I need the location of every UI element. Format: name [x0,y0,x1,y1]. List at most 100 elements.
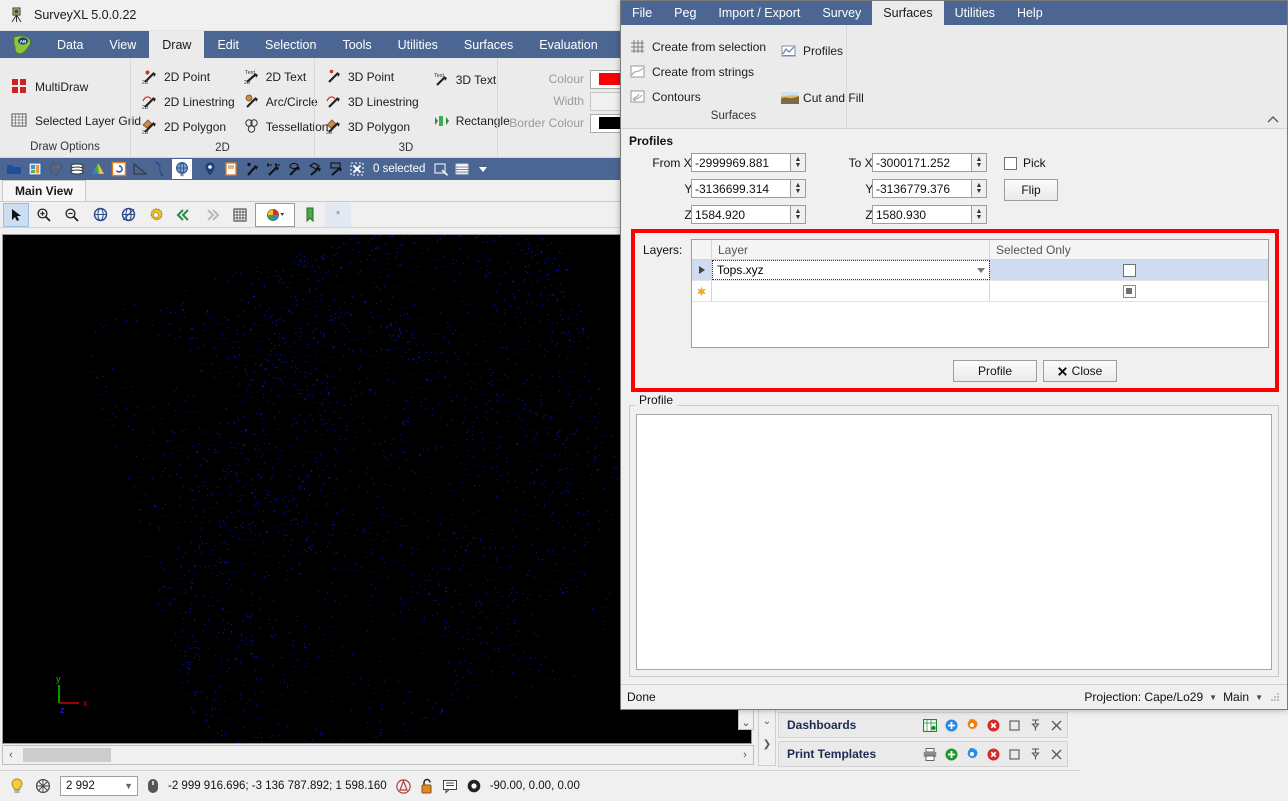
layer-cell-empty[interactable] [712,281,990,301]
maximize-icon[interactable] [1007,718,1021,732]
eye-icon[interactable] [466,778,482,794]
ribbon-tab-evaluation[interactable]: Evaluation [526,31,610,58]
pin-icon[interactable] [200,159,220,179]
from-y-value[interactable]: -3136699.314 [691,179,791,198]
ribbon-tab-selection[interactable]: Selection [252,31,329,58]
chevron-down-icon[interactable]: ▼ [124,781,133,791]
pin-icon[interactable] [1028,718,1042,732]
table-row[interactable]: Tops.xyz [692,260,1268,281]
view-dropdown-icon[interactable]: ▼ [1255,693,1263,702]
flip-button[interactable]: Flip [1004,179,1058,201]
curve-icon[interactable] [151,159,171,179]
pick-checkbox[interactable] [1004,157,1017,170]
scrollbar-thumb[interactable] [23,748,111,762]
spinner-arrows-icon[interactable]: ▲▼ [972,179,987,198]
select-lasso-icon[interactable] [284,159,304,179]
light-bulb-icon[interactable] [8,777,26,795]
zoom-out-icon[interactable] [59,203,85,227]
menu-item-help[interactable]: Help [1006,1,1054,25]
layers-stack-icon[interactable] [67,159,87,179]
printer-icon[interactable] [923,747,937,761]
ribbon-tab-draw[interactable]: Draw [149,31,204,58]
pin-icon[interactable] [1028,747,1042,761]
from-z-value[interactable]: 1584.920 [691,205,791,224]
dashboard-grid-icon[interactable] [923,718,937,732]
from-z-field[interactable]: 1584.920 ▲▼ [691,205,806,224]
ribbon-item-3d-polygon[interactable]: 3D 3D Polygon [323,114,425,139]
cursor-arrow-icon[interactable] [3,203,29,227]
spinner-arrows-icon[interactable]: ▲▼ [972,205,987,224]
add-blue-icon[interactable] [944,718,958,732]
ribbon-tab-surfaces[interactable]: Surfaces [451,31,526,58]
palette-icon[interactable] [46,159,66,179]
asterisk-icon[interactable]: * [325,203,351,227]
selected-only-checkbox-indeterminate[interactable] [1123,285,1136,298]
select-polygon-icon[interactable] [305,159,325,179]
page-icon[interactable] [221,159,241,179]
scroll-down-arrow-icon[interactable]: ⌄ [738,716,754,729]
profile-plot-area[interactable] [636,414,1272,670]
clear-selection-icon[interactable] [347,159,367,179]
spinner-arrows-icon[interactable]: ▲▼ [791,205,806,224]
to-z-field[interactable]: 1580.930 ▲▼ [872,205,987,224]
menu-item-survey[interactable]: Survey [811,1,872,25]
profile-button[interactable]: Profile [953,360,1037,382]
ribbon-tab-view[interactable]: View [96,31,149,58]
projection-dropdown-icon[interactable]: ▼ [1209,693,1217,702]
tab-main-view[interactable]: Main View [2,180,86,201]
menu-item-utilities[interactable]: Utilities [944,1,1006,25]
ribbon-tab-utilities[interactable]: Utilities [385,31,451,58]
close-button[interactable]: Close [1043,360,1117,382]
globe-rotate-icon[interactable] [87,203,113,227]
overflow-chevron-icon[interactable] [473,159,493,179]
scroll-right-arrow-icon[interactable]: › [737,749,753,761]
scroll-left-arrow-icon[interactable]: ‹ [3,749,19,761]
to-y-field[interactable]: -3136779.376 ▲▼ [872,179,987,198]
ribbon-tab-tools[interactable]: Tools [329,31,384,58]
spinner-arrows-icon[interactable]: ▲▼ [972,153,987,172]
note-icon[interactable] [442,779,458,794]
globe-icon[interactable] [172,159,192,179]
menu-item-surfaces[interactable]: Surfaces [872,1,943,25]
menu-item-file[interactable]: File [621,1,663,25]
globe-pan-icon[interactable] [115,203,141,227]
to-x-value[interactable]: -3000171.252 [872,153,972,172]
zoom-in-icon[interactable] [31,203,57,227]
select-crop-icon[interactable] [263,159,283,179]
ribbon-item-multidraw[interactable]: MultiDraw [8,70,122,104]
dock-row-dashboards[interactable]: Dashboards [778,712,1068,738]
ribbon-item-create-from-strings[interactable]: Create from strings [627,59,772,84]
settings-orange-icon[interactable] [965,718,979,732]
ribbon-item-3d-point[interactable]: 3D Point [323,64,425,89]
orange-spiral-icon[interactable] [109,159,129,179]
list-icon[interactable] [452,159,472,179]
gear-icon[interactable] [143,203,169,227]
selected-only-cell-indeterminate[interactable] [990,281,1268,301]
selection-table-icon[interactable] [431,159,451,179]
spinner-arrows-icon[interactable]: ▲▼ [791,153,806,172]
delete-red-icon[interactable] [986,718,1000,732]
close-icon[interactable] [1049,718,1063,732]
point-count-combo[interactable]: 2 992 ▼ [60,776,138,796]
ribbon-item-2d-linestring[interactable]: 2D 2D Linestring [139,89,241,114]
unlock-icon[interactable] [420,778,434,795]
to-x-field[interactable]: -3000171.252 ▲▼ [872,153,987,172]
ribbon-item-3d-linestring[interactable]: 3D Linestring [323,89,425,114]
settings-blue-icon[interactable] [965,747,979,761]
from-x-value[interactable]: -2999969.881 [691,153,791,172]
table-row-new[interactable] [692,281,1268,302]
ribbon-item-2d-point[interactable]: 2D 2D Point [139,64,241,89]
image-layers-icon[interactable] [25,159,45,179]
ribbon-item-contours[interactable]: Contours [627,84,772,109]
viewport-horizontal-scrollbar[interactable]: ‹ › [2,745,754,765]
from-x-field[interactable]: -2999969.881 ▲▼ [691,153,806,172]
from-y-field[interactable]: -3136699.314 ▲▼ [691,179,806,198]
map-icon[interactable] [88,159,108,179]
collapse-down-icon[interactable]: ⌄ [763,716,771,727]
ribbon-tab-data[interactable]: Data [44,31,96,58]
render-icon[interactable] [34,777,52,795]
select-rect-icon[interactable] [326,159,346,179]
snap-icon[interactable] [395,778,412,795]
select-point-icon[interactable] [242,159,262,179]
layers-grid[interactable]: Layer Selected Only Tops.xyz [691,239,1269,348]
